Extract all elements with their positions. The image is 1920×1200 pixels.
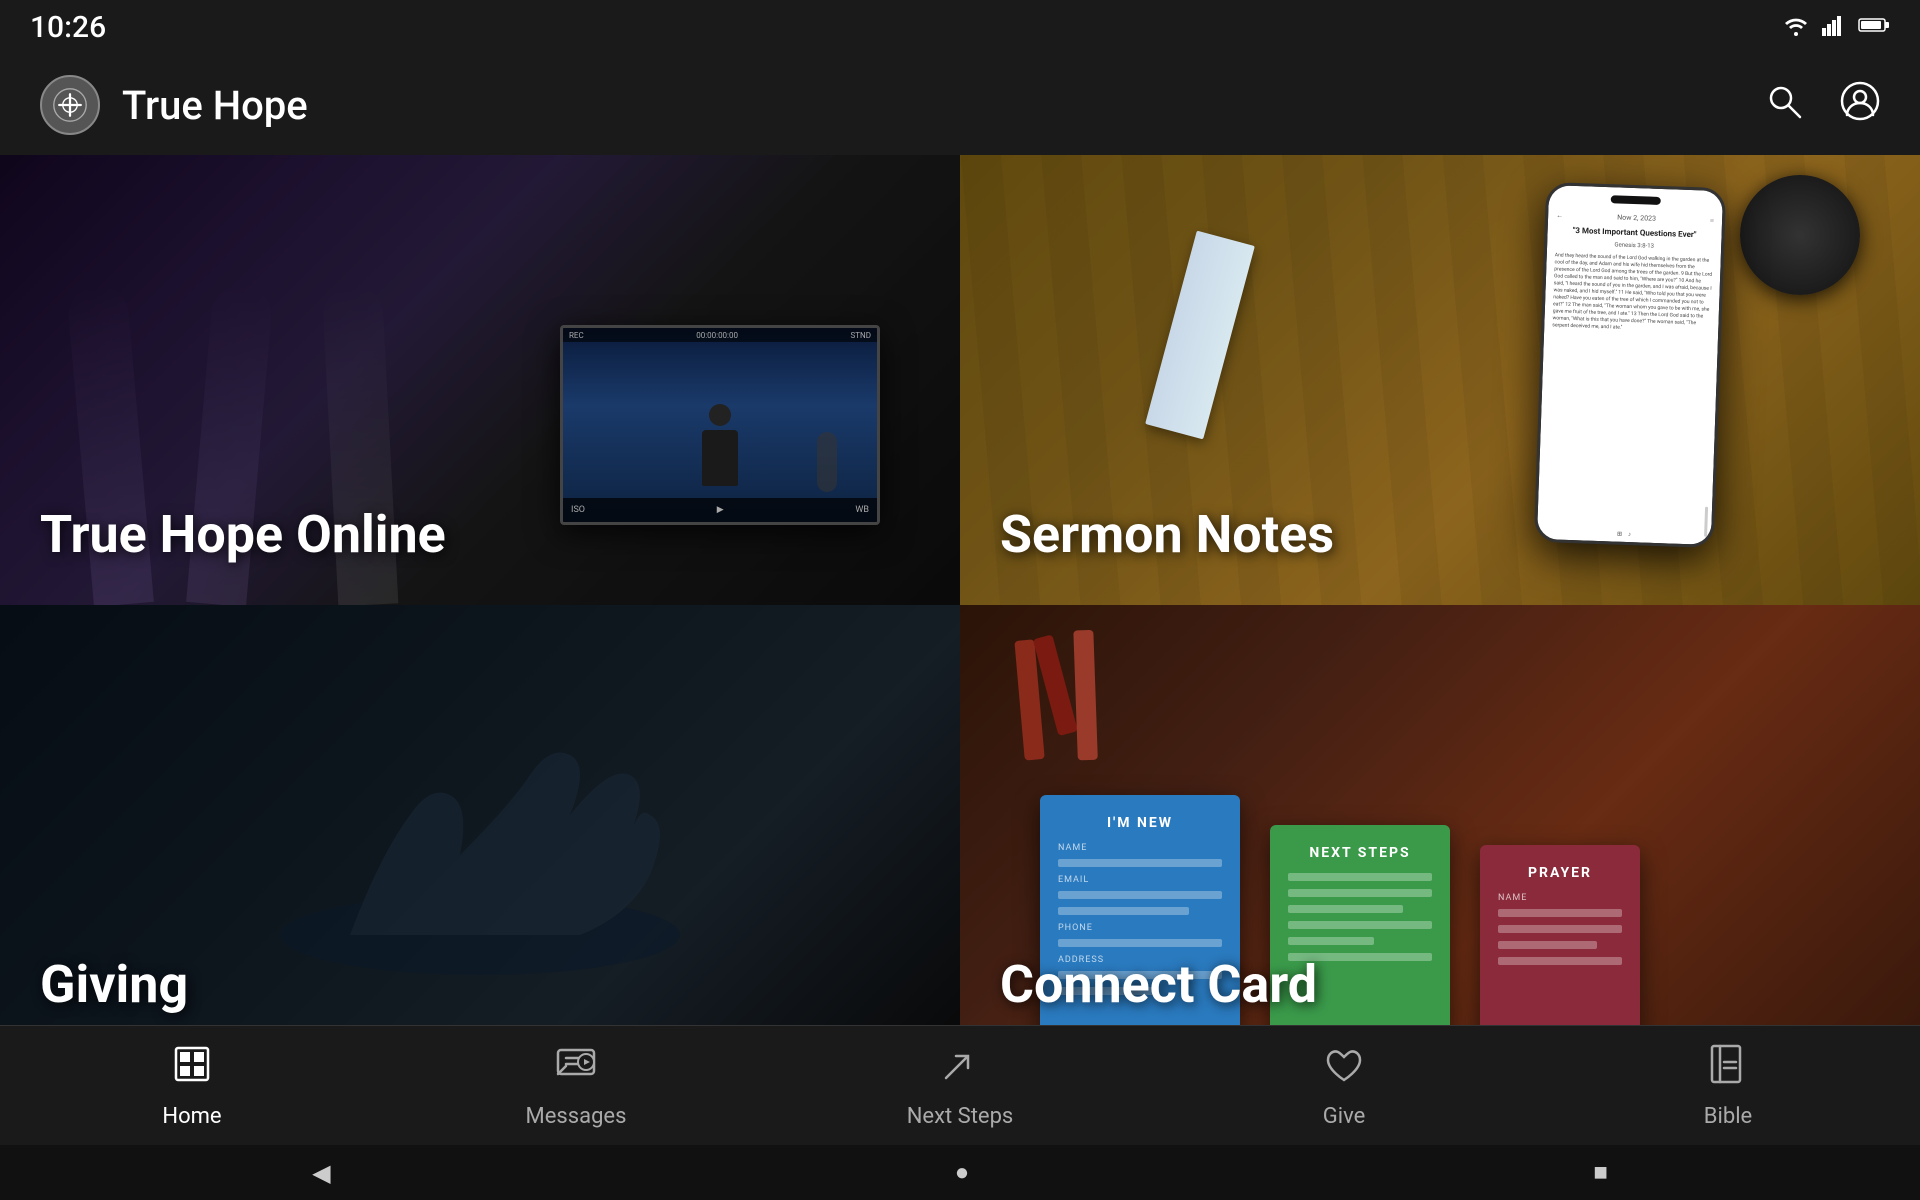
phone-screen: ← Now 2, 2023 ≡ "3 Most Important Questi… xyxy=(1537,185,1723,545)
app-logo xyxy=(40,75,100,135)
prayer-card-title: PRAYER xyxy=(1498,865,1622,881)
nav-label-bible: Bible xyxy=(1704,1104,1752,1129)
giving-label: Giving xyxy=(40,954,188,1015)
decorative-ribbons xyxy=(1009,629,1106,770)
next-steps-card-title: NEXT STEPS xyxy=(1288,845,1432,861)
battery-icon xyxy=(1858,15,1890,40)
dark-object xyxy=(1740,175,1860,295)
app-bar-right xyxy=(1764,81,1880,130)
nav-label-next-steps: Next Steps xyxy=(907,1104,1014,1129)
person-silhouette xyxy=(695,404,745,494)
nav-item-messages[interactable]: Messages xyxy=(384,1042,768,1129)
nav-item-bible[interactable]: Bible xyxy=(1536,1042,1920,1129)
nav-item-home[interactable]: Home xyxy=(0,1042,384,1129)
nav-label-give: Give xyxy=(1323,1104,1366,1129)
status-bar: 10:26 xyxy=(0,0,1920,55)
sermon-notes-label: Sermon Notes xyxy=(1000,504,1334,565)
nav-label-home: Home xyxy=(162,1104,221,1129)
bible-icon xyxy=(1706,1042,1750,1096)
status-time: 10:26 xyxy=(30,10,106,45)
nav-label-messages: Messages xyxy=(526,1104,627,1129)
im-new-card-title: I'M NEW xyxy=(1058,815,1222,831)
app-title: True Hope xyxy=(122,82,308,129)
signal-icon xyxy=(1822,14,1846,42)
search-icon[interactable] xyxy=(1764,81,1804,130)
wifi-icon xyxy=(1782,14,1810,42)
connect-card-label: Connect Card xyxy=(1000,954,1317,1015)
next-steps-icon xyxy=(938,1042,982,1096)
back-button[interactable]: ◀ xyxy=(312,1159,330,1187)
true-hope-online-cell[interactable]: REC 00:00:00:00 STND ISO ▶ WB True Hope … xyxy=(0,155,960,605)
home-button[interactable]: ● xyxy=(955,1158,970,1187)
system-nav: ◀ ● ■ xyxy=(0,1145,1920,1200)
true-hope-online-label: True Hope Online xyxy=(40,504,446,565)
bottom-nav: Home Messages Next Steps xyxy=(0,1025,1920,1145)
phone-sermon-subtitle: Genesis 3:8-13 xyxy=(1555,239,1713,252)
home-icon xyxy=(170,1042,214,1096)
status-icons xyxy=(1782,14,1890,42)
messages-icon xyxy=(554,1042,598,1096)
nav-item-give[interactable]: Give xyxy=(1152,1042,1536,1129)
profile-icon[interactable] xyxy=(1840,81,1880,130)
phone-mockup: ← Now 2, 2023 ≡ "3 Most Important Questi… xyxy=(1534,182,1726,548)
nav-item-next-steps[interactable]: Next Steps xyxy=(768,1042,1152,1129)
camera-screen: REC 00:00:00:00 STND ISO ▶ WB xyxy=(560,325,880,525)
app-bar-left: True Hope xyxy=(40,75,308,135)
content-grid: REC 00:00:00:00 STND ISO ▶ WB True Hope … xyxy=(0,155,1920,1055)
app-bar: True Hope xyxy=(0,55,1920,155)
connect-card-cell[interactable]: I'M NEW NAME EMAIL PHONE ADDRESS NEXT ST… xyxy=(960,605,1920,1055)
give-icon xyxy=(1322,1042,1366,1096)
sermon-notes-cell[interactable]: ← Now 2, 2023 ≡ "3 Most Important Questi… xyxy=(960,155,1920,605)
phone-sermon-body: And they heard the sound of the Lord God… xyxy=(1552,252,1713,334)
phone-notch xyxy=(1611,195,1661,205)
prayer-card[interactable]: PRAYER NAME xyxy=(1480,845,1640,1035)
recent-button[interactable]: ■ xyxy=(1593,1158,1608,1187)
phone-sermon-title: "3 Most Important Questions Ever" xyxy=(1555,225,1713,240)
giving-cell[interactable]: Giving xyxy=(0,605,960,1055)
